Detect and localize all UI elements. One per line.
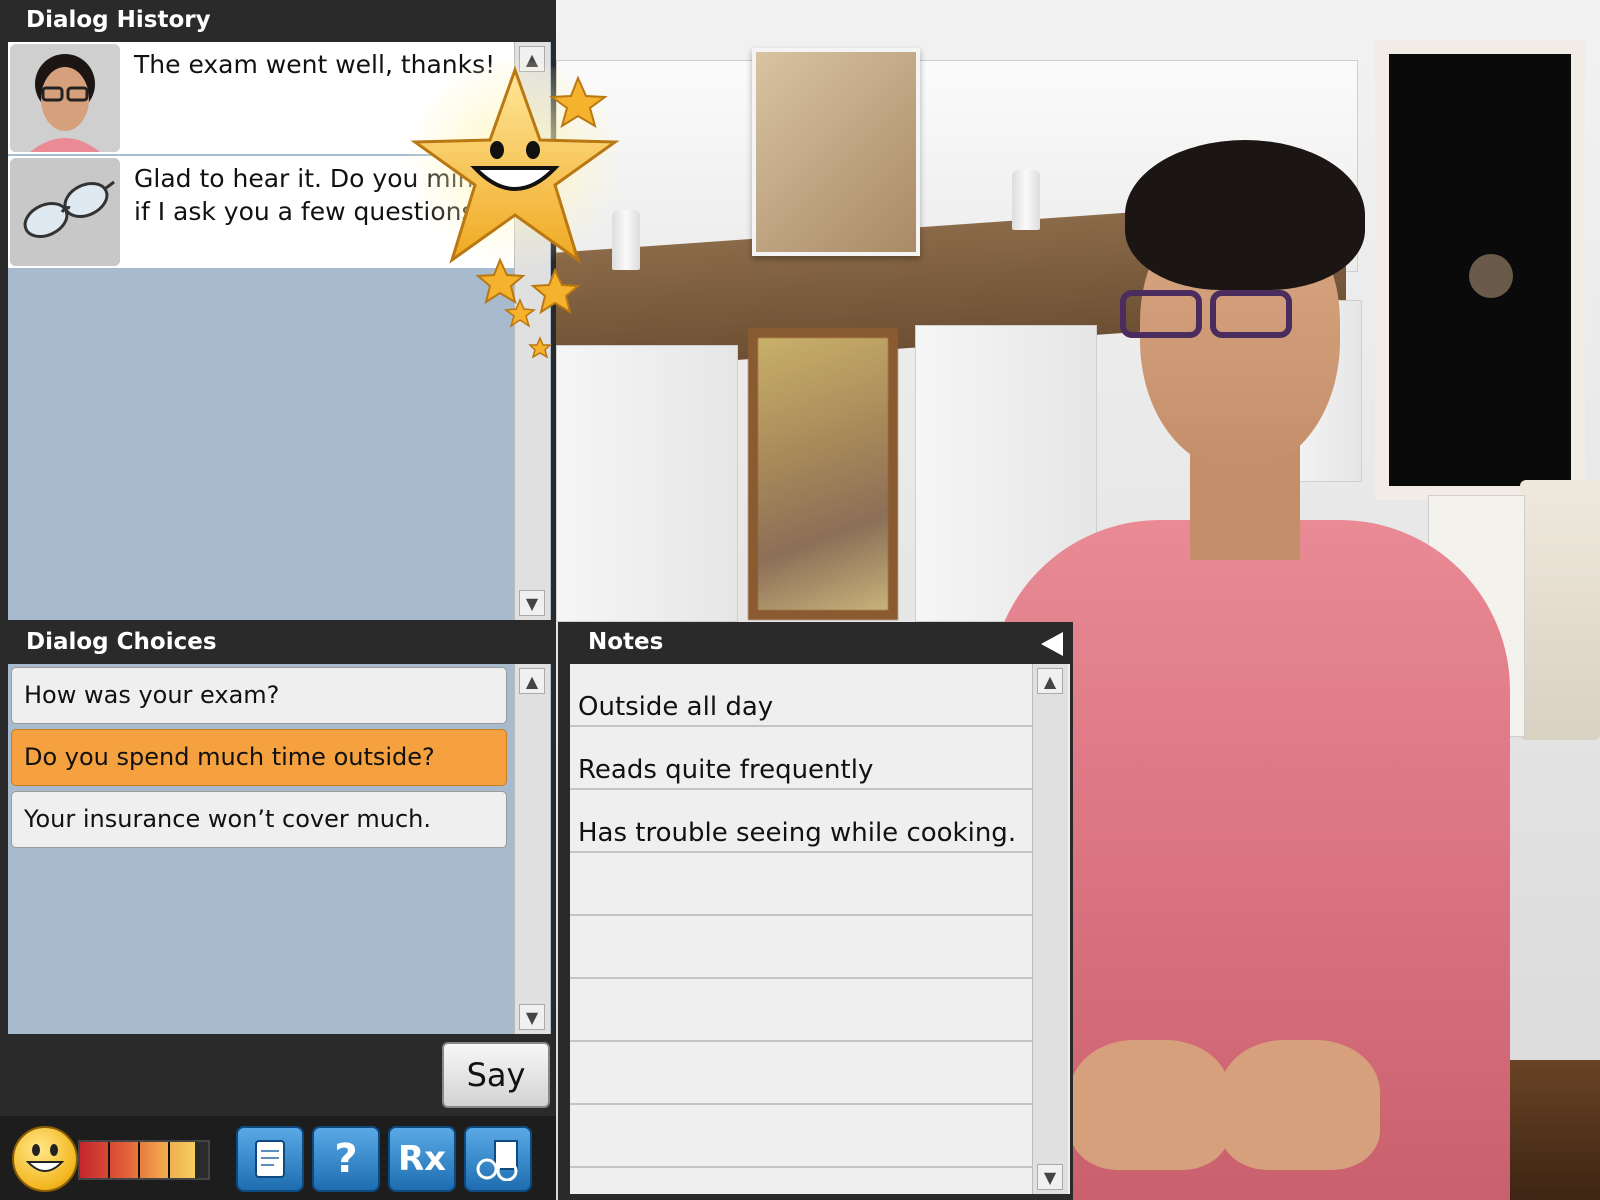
history-scrollbar[interactable]: ▲ ▼: [514, 42, 550, 620]
prescription-rx-icon[interactable]: Rx: [388, 1126, 456, 1192]
note-item-empty: [570, 979, 1032, 1042]
mood-meter: [78, 1140, 210, 1180]
notepad-icon[interactable]: [236, 1126, 304, 1192]
right-hand: [1220, 1040, 1380, 1170]
note-item-text: Reads quite frequently: [578, 755, 874, 785]
note-item-empty: [570, 1105, 1032, 1168]
dialog-history-title: Dialog History: [0, 0, 556, 42]
dialog-choice[interactable]: Your insurance won’t cover much.: [11, 791, 507, 848]
eyewear-poster: [752, 48, 920, 256]
dialog-choice-selected[interactable]: Do you spend much time outside?: [11, 729, 507, 786]
note-item-empty: [570, 853, 1032, 916]
dialog-choices-list: How was your exam? Do you spend much tim…: [8, 664, 551, 1034]
dialog-history-panel: Dialog History The exam went well, thank…: [0, 0, 556, 622]
dialog-choices-title: Dialog Choices: [0, 622, 556, 664]
glasses-right-lens: [1210, 290, 1292, 338]
patient-avatar-icon: [10, 44, 120, 152]
frame-rack-left: [556, 345, 738, 622]
history-entry: Glad to hear it. Do you mind if I ask yo…: [8, 156, 518, 268]
mood-meter-fill: [80, 1142, 196, 1178]
note-item: Reads quite frequently: [570, 727, 1032, 790]
eyeglasses-icon: [10, 158, 120, 266]
choices-scrollbar[interactable]: ▲ ▼: [514, 664, 550, 1034]
dialog-choices-panel: Dialog Choices How was your exam? Do you…: [0, 622, 556, 1200]
smiley-face-icon: [12, 1126, 78, 1192]
say-button[interactable]: Say: [442, 1042, 550, 1108]
notes-panel: Notes Outside all day Reads quite freque…: [558, 622, 1073, 1200]
help-question-icon[interactable]: ?: [312, 1126, 380, 1192]
note-item: Outside all day: [570, 664, 1032, 727]
frame-stand: [612, 210, 640, 270]
scroll-up-icon[interactable]: ▲: [1037, 668, 1063, 694]
note-item: Has trouble seeing while cooking.: [570, 790, 1032, 853]
notes-scrollbar[interactable]: ▲ ▼: [1032, 664, 1068, 1194]
scroll-down-icon[interactable]: ▼: [519, 1004, 545, 1030]
store-mirror: [748, 328, 898, 620]
glasses-left-lens: [1120, 290, 1202, 338]
scroll-up-icon[interactable]: ▲: [519, 668, 545, 694]
glasses-catalog-icon[interactable]: [464, 1126, 532, 1192]
note-item-text: Outside all day: [578, 692, 774, 722]
scroll-down-icon[interactable]: ▼: [1037, 1164, 1063, 1190]
hair: [1125, 140, 1365, 290]
scroll-down-icon[interactable]: ▼: [519, 590, 545, 616]
notes-list: Outside all day Reads quite frequently H…: [570, 664, 1070, 1194]
dialog-choice[interactable]: How was your exam?: [11, 667, 507, 724]
patient-character: [990, 140, 1550, 1200]
note-item-empty: [570, 1042, 1032, 1105]
note-item-empty: [570, 916, 1032, 979]
left-hand: [1070, 1040, 1230, 1170]
bottom-toolbar: ? Rx: [0, 1116, 556, 1200]
history-entry: The exam went well, thanks!: [8, 42, 518, 154]
history-entry-text: The exam went well, thanks!: [134, 50, 496, 79]
notes-title: Notes: [558, 622, 1073, 664]
history-entry-text: Glad to hear it. Do you mind if I ask yo…: [134, 164, 490, 226]
note-item-text: Has trouble seeing while cooking.: [578, 818, 1017, 848]
dialog-history-list: The exam went well, thanks! Glad to hear…: [8, 42, 551, 620]
collapse-arrow-icon[interactable]: [1041, 632, 1063, 656]
scroll-up-icon[interactable]: ▲: [519, 46, 545, 72]
